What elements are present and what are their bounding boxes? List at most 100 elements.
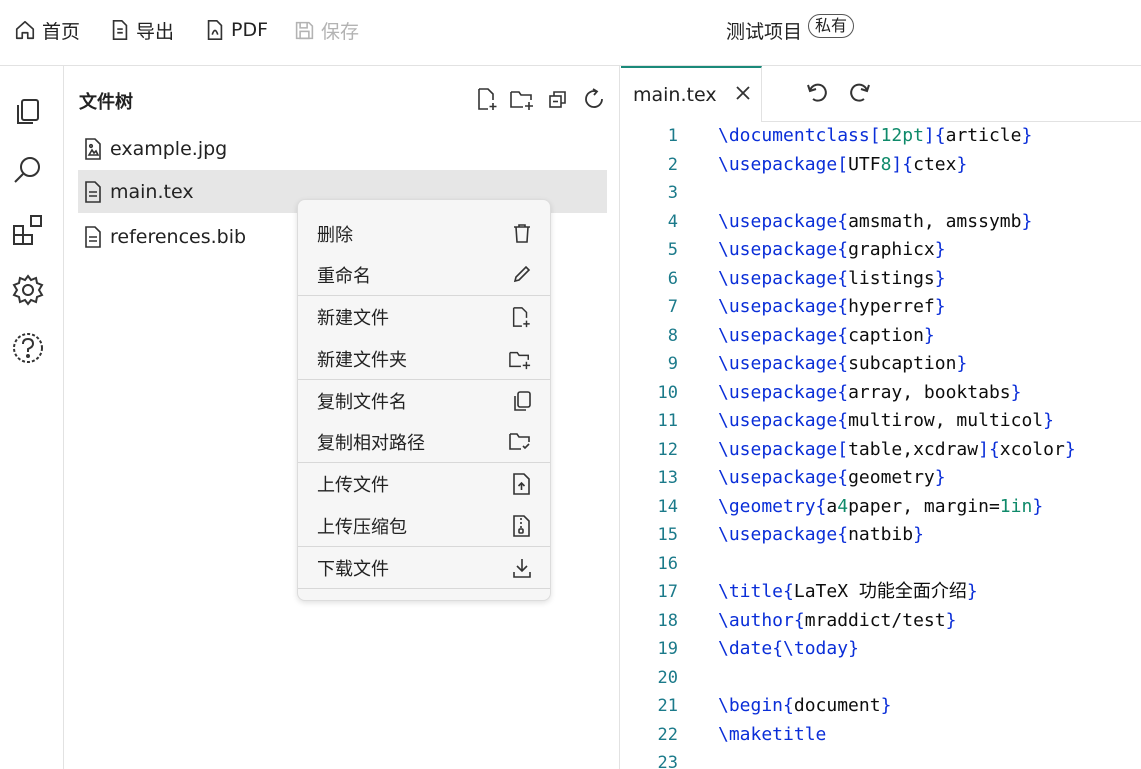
line-content: \usepackage{subcaption} xyxy=(718,353,968,374)
close-icon[interactable] xyxy=(735,85,751,101)
settings-icon[interactable] xyxy=(10,272,46,308)
file-name: main.tex xyxy=(110,180,194,203)
menu-item-download-file[interactable]: 下载文件 xyxy=(298,548,550,588)
menu-item-copy-filename[interactable]: 复制文件名 xyxy=(298,381,550,421)
file-context-menu: 删除 重命名 新建文件 新建文件夹 复制文件名 复制相对路径 上传文件 上传压缩… xyxy=(297,199,551,601)
line-number: 8 xyxy=(667,325,678,346)
code-line[interactable]: 23 xyxy=(621,749,1141,769)
code-line[interactable]: 8 \usepackage{caption} xyxy=(621,322,1141,350)
line-number: 3 xyxy=(667,183,678,203)
line-content: \usepackage{graphicx} xyxy=(718,239,946,260)
download-icon xyxy=(512,557,532,579)
line-number: 11 xyxy=(657,411,678,431)
menu-item-upload-file[interactable]: 上传文件 xyxy=(298,464,550,504)
code-line[interactable]: 20 xyxy=(621,664,1141,692)
code-line[interactable]: 21 \begin{document} xyxy=(621,692,1141,720)
line-number: 19 xyxy=(657,639,678,659)
line-content: \usepackage[table,xcdraw]{xcolor} xyxy=(718,438,1076,460)
editor-tab-bar: main.tex xyxy=(621,66,1141,122)
line-number: 5 xyxy=(667,240,678,260)
code-line[interactable]: 5 \usepackage{graphicx} xyxy=(621,236,1141,264)
line-number: 22 xyxy=(657,724,678,745)
line-content: \usepackage{natbib} xyxy=(718,524,924,545)
export-icon xyxy=(110,19,136,41)
code-editor[interactable]: 1 \documentclass[12pt]{article} 2 \usepacka… xyxy=(621,122,1141,769)
upload-file-icon xyxy=(512,473,532,495)
tab-main-tex[interactable]: main.tex xyxy=(621,66,762,122)
text-file-icon xyxy=(84,180,110,203)
code-line[interactable]: 14 \geometry{a4paper, margin=1in} xyxy=(621,493,1141,521)
code-line[interactable]: 15 \usepackage{natbib} xyxy=(621,521,1141,549)
line-content: \date{\today} xyxy=(718,638,859,659)
new-file-icon xyxy=(510,306,532,328)
search-icon[interactable] xyxy=(10,152,46,188)
tab-label: main.tex xyxy=(633,84,717,106)
refresh-icon[interactable] xyxy=(581,86,607,112)
code-line[interactable]: 18 \author{mraddict/test} xyxy=(621,607,1141,635)
menu-item-copy-relative-path[interactable]: 复制相对路径 xyxy=(298,422,550,462)
code-line[interactable]: 7 \usepackage{hyperref} xyxy=(621,293,1141,321)
file-name: references.bib xyxy=(110,225,247,248)
line-number: 10 xyxy=(657,382,678,403)
menu-item-label: 重命名 xyxy=(317,266,371,287)
menu-item-label: 上传压缩包 xyxy=(317,517,407,538)
code-line[interactable]: 10 \usepackage{array, booktabs} xyxy=(621,379,1141,407)
line-number: 23 xyxy=(657,753,678,769)
line-number: 12 xyxy=(657,439,678,460)
menu-item-new-folder[interactable]: 新建文件夹 xyxy=(298,339,550,379)
line-content: \author{mraddict/test} xyxy=(718,609,957,631)
menu-item-delete[interactable]: 删除 xyxy=(298,214,550,254)
code-line[interactable]: 3 xyxy=(621,179,1141,207)
save-button[interactable]: 保存 xyxy=(294,16,359,44)
menu-divider xyxy=(298,295,550,296)
new-file-icon[interactable] xyxy=(474,86,500,112)
redo-icon[interactable] xyxy=(847,80,873,106)
visibility-badge[interactable]: 私有 xyxy=(808,14,855,38)
file-item-example-jpg[interactable]: example.jpg xyxy=(78,127,607,170)
code-line[interactable]: 22 \maketitle xyxy=(621,721,1141,749)
line-number: 20 xyxy=(657,667,678,688)
home-button[interactable]: 首页 xyxy=(14,16,80,44)
line-content: \usepackage{amsmath, amssymb} xyxy=(718,210,1033,232)
code-line[interactable]: 11 \usepackage{multirow, multicol} xyxy=(621,407,1141,435)
menu-item-new-file[interactable]: 新建文件 xyxy=(298,297,550,337)
collapse-icon[interactable] xyxy=(545,86,571,112)
line-content: \documentclass[12pt]{article} xyxy=(718,125,1033,146)
code-line[interactable]: 1 \documentclass[12pt]{article} xyxy=(621,122,1141,150)
line-number: 4 xyxy=(667,211,678,232)
code-line[interactable]: 12 \usepackage[table,xcdraw]{xcolor} xyxy=(621,436,1141,464)
files-icon[interactable] xyxy=(10,94,46,130)
line-content: \usepackage{array, booktabs} xyxy=(718,381,1022,403)
menu-divider xyxy=(298,379,550,380)
menu-item-rename[interactable]: 重命名 xyxy=(298,255,550,295)
line-content: \usepackage{geometry} xyxy=(718,467,946,488)
line-content: \begin{document} xyxy=(718,695,892,716)
new-folder-icon[interactable] xyxy=(509,86,535,112)
code-line[interactable]: 17 \title{LaTeX 功能全面介绍} xyxy=(621,578,1141,606)
export-button[interactable]: 导出 xyxy=(110,16,174,44)
extensions-icon[interactable] xyxy=(10,212,46,248)
export-label: 导出 xyxy=(136,20,175,43)
code-line[interactable]: 6 \usepackage{listings} xyxy=(621,265,1141,293)
line-number: 13 xyxy=(657,468,678,488)
menu-item-label: 下载文件 xyxy=(317,559,389,580)
menu-item-label: 新建文件 xyxy=(317,308,389,329)
undo-icon[interactable] xyxy=(804,80,830,106)
code-line[interactable]: 2 \usepackage[UTF8]{ctex} xyxy=(621,151,1141,179)
menu-item-label: 删除 xyxy=(317,225,353,246)
line-number: 1 xyxy=(667,126,678,146)
menu-item-upload-zip[interactable]: 上传压缩包 xyxy=(298,506,550,546)
home-label: 首页 xyxy=(42,20,81,43)
line-content: \usepackage{hyperref} xyxy=(718,296,946,317)
code-line[interactable]: 9 \usepackage{subcaption} xyxy=(621,350,1141,378)
help-icon[interactable] xyxy=(10,330,46,366)
line-content: \title{LaTeX 功能全面介绍} xyxy=(718,581,978,602)
code-line[interactable]: 19 \date{\today} xyxy=(621,635,1141,663)
pdf-button[interactable]: PDF xyxy=(205,16,268,44)
code-line[interactable]: 4 \usepackage{amsmath, amssymb} xyxy=(621,208,1141,236)
code-line[interactable]: 16 xyxy=(621,550,1141,578)
code-line[interactable]: 13 \usepackage{geometry} xyxy=(621,464,1141,492)
line-number: 17 xyxy=(657,582,678,602)
image-file-icon xyxy=(84,137,110,160)
text-file-icon xyxy=(84,225,110,248)
